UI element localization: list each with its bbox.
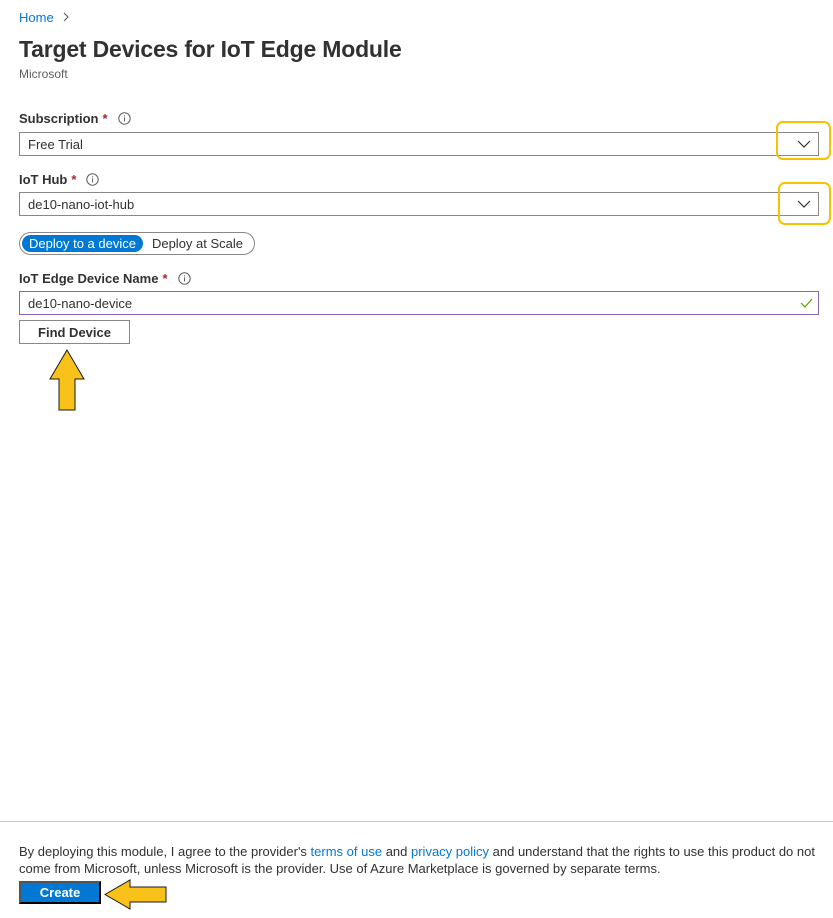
required-marker: * xyxy=(71,172,77,187)
terms-text: By deploying this module, I agree to the… xyxy=(19,843,824,877)
deploy-mode-toggle[interactable]: Deploy to a device Deploy at Scale xyxy=(19,232,256,255)
device-name-value: de10-nano-device xyxy=(28,295,133,311)
terms-prefix: By deploying this module, I agree to the… xyxy=(19,844,311,859)
terms-and: and xyxy=(382,844,411,859)
page-title: Target Devices for IoT Edge Module xyxy=(19,36,402,62)
device-name-label-text: IoT Edge Device Name xyxy=(19,271,159,286)
required-marker: * xyxy=(162,271,168,286)
subscription-dropdown[interactable]: Free Trial xyxy=(19,132,819,156)
iot-hub-dropdown[interactable]: de10-nano-iot-hub xyxy=(19,192,819,216)
device-name-label: IoT Edge Device Name * xyxy=(19,271,191,286)
subscription-label: Subscription * xyxy=(19,111,131,126)
iot-hub-selected-value: de10-nano-iot-hub xyxy=(28,196,135,212)
breadcrumb: Home xyxy=(19,9,71,25)
device-name-input[interactable]: de10-nano-device xyxy=(19,291,819,315)
info-icon[interactable] xyxy=(177,272,191,285)
privacy-policy-link[interactable]: privacy policy xyxy=(411,844,489,859)
iot-hub-chevron-highlight xyxy=(778,182,831,225)
footer-divider xyxy=(0,821,833,822)
iot-hub-label-text: IoT Hub xyxy=(19,172,68,187)
terms-of-use-link[interactable]: terms of use xyxy=(311,844,383,859)
create-button[interactable]: Create xyxy=(19,881,101,904)
breadcrumb-home-link[interactable]: Home xyxy=(19,10,54,25)
deploy-to-device-option[interactable]: Deploy to a device xyxy=(22,235,143,252)
find-device-button[interactable]: Find Device xyxy=(19,320,130,344)
subscription-selected-value: Free Trial xyxy=(28,136,83,152)
checkmark-icon xyxy=(800,297,813,309)
chevron-right-icon xyxy=(61,9,71,25)
arrow-left-annotation xyxy=(104,879,167,910)
subscription-chevron-highlight xyxy=(776,121,831,160)
subscription-label-text: Subscription xyxy=(19,111,99,126)
iot-hub-label: IoT Hub * xyxy=(19,172,100,187)
required-marker: * xyxy=(102,111,108,126)
info-icon[interactable] xyxy=(86,173,100,186)
deploy-at-scale-option[interactable]: Deploy at Scale xyxy=(143,235,252,252)
arrow-up-annotation xyxy=(49,349,85,411)
publisher-name: Microsoft xyxy=(19,67,68,81)
info-icon[interactable] xyxy=(117,112,131,125)
